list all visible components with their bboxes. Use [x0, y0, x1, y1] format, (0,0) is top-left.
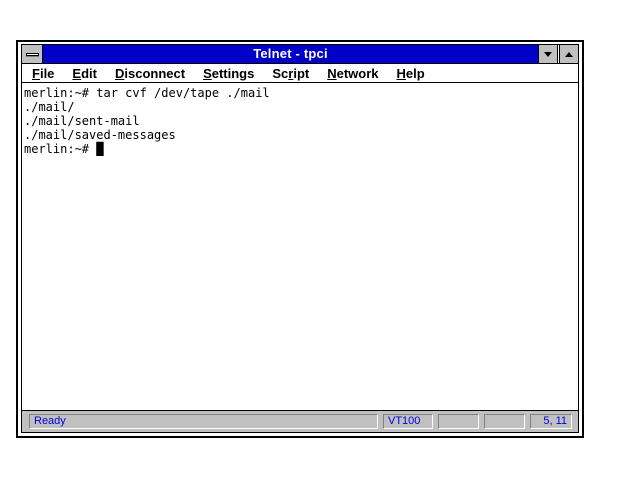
- maximize-button[interactable]: [559, 45, 578, 63]
- minimize-button[interactable]: [538, 45, 557, 63]
- desktop: Telnet - tpci File Edit Disconnect Setti…: [0, 0, 640, 480]
- triangle-down-icon: [544, 52, 552, 57]
- status-bar: Ready VT100 5, 11: [22, 410, 578, 432]
- terminal-line: ./mail/saved-messages: [24, 128, 576, 142]
- terminal-cursor: █: [96, 142, 103, 156]
- status-emulation-panel: VT100: [383, 414, 433, 429]
- status-message-panel: Ready: [29, 414, 378, 429]
- triangle-up-icon: [565, 52, 573, 57]
- window-inner-frame: Telnet - tpci File Edit Disconnect Setti…: [21, 44, 579, 433]
- menu-item-disconnect[interactable]: Disconnect: [106, 66, 194, 81]
- menu-item-settings[interactable]: Settings: [194, 66, 263, 81]
- status-empty-panel: [438, 414, 479, 429]
- terminal-line: ./mail/sent-mail: [24, 114, 576, 128]
- system-menu-button[interactable]: [22, 45, 43, 63]
- title-bar[interactable]: Telnet - tpci: [22, 45, 578, 64]
- menu-item-network[interactable]: Network: [318, 66, 387, 81]
- menu-item-edit[interactable]: Edit: [63, 66, 106, 81]
- status-cursor-position-panel: 5, 11: [530, 414, 572, 429]
- terminal-prompt-line: merlin:~# █: [24, 142, 576, 156]
- status-empty-panel: [484, 414, 525, 429]
- menu-item-file[interactable]: File: [23, 66, 63, 81]
- menu-item-help[interactable]: Help: [388, 66, 434, 81]
- terminal-line: ./mail/: [24, 100, 576, 114]
- terminal-output[interactable]: merlin:~# tar cvf /dev/tape ./mail ./mai…: [22, 83, 578, 410]
- terminal-prompt: merlin:~#: [24, 142, 96, 156]
- window-title: Telnet - tpci: [43, 45, 538, 63]
- terminal-line: merlin:~# tar cvf /dev/tape ./mail: [24, 86, 576, 100]
- dash-icon: [26, 53, 39, 56]
- menu-bar: File Edit Disconnect Settings Script Net…: [22, 64, 578, 83]
- telnet-window: Telnet - tpci File Edit Disconnect Setti…: [16, 40, 584, 438]
- menu-item-script[interactable]: Script: [263, 66, 318, 81]
